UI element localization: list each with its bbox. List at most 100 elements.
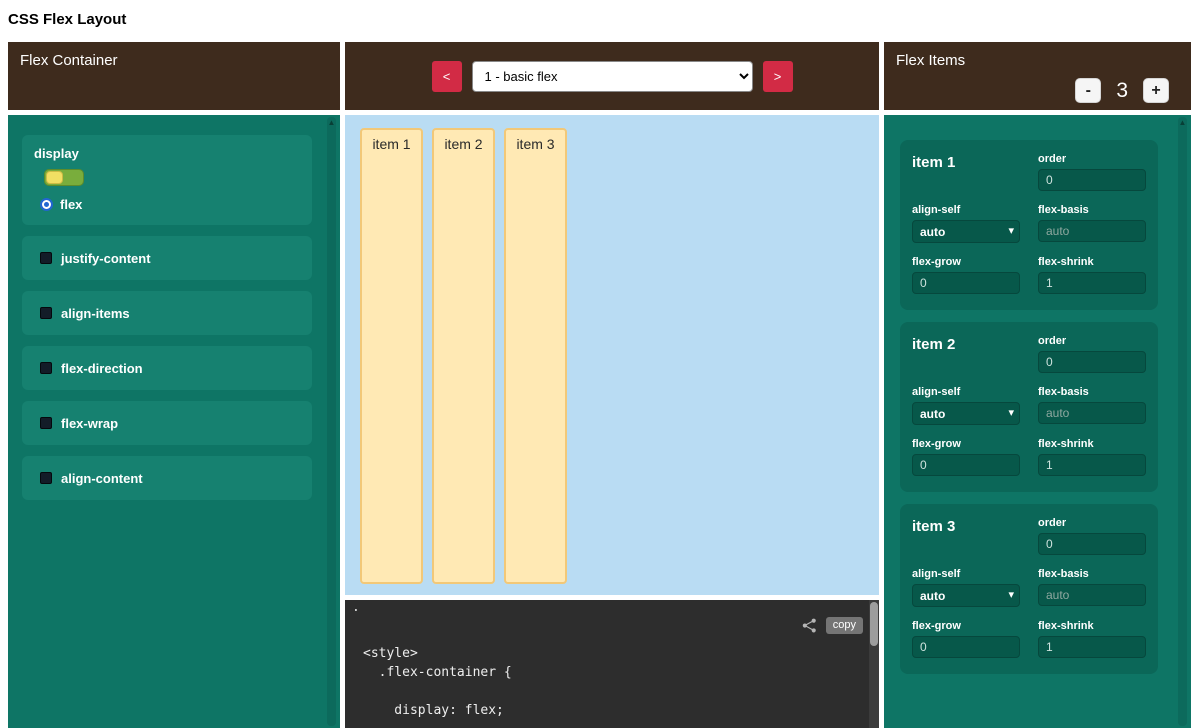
copy-button[interactable]: copy [826,617,863,634]
checkbox-icon[interactable] [40,307,52,319]
flex-shrink-label: flex-shrink [1038,620,1146,632]
radio-selected-icon[interactable] [40,198,53,211]
item-name: item 1 [912,153,1020,171]
display-option-card: display flex [22,135,312,225]
flex-items-panel: Flex Items - 3 + item 1 order [884,42,1191,728]
option-flex-wrap[interactable]: flex-wrap [22,401,312,445]
flex-item-1: item 1 [360,128,423,584]
toggle-knob-icon [46,171,63,184]
next-preset-button[interactable]: > [763,61,793,92]
align-self-select[interactable]: auto [912,584,1020,607]
order-input[interactable] [1038,351,1146,373]
preset-select[interactable]: 1 - basic flex [472,61,753,92]
flex-basis-input[interactable] [1038,584,1146,606]
flex-item-3: item 3 [504,128,567,584]
align-self-select[interactable]: auto [912,220,1020,243]
option-label: flex-wrap [61,416,118,431]
radio-flex-label: flex [60,197,82,212]
item-card-1: item 1 order align-self auto ▾ [900,140,1158,310]
preview-panel: < 1 - basic flex > item 1 item 2 item 3 … [345,42,879,728]
flex-grow-input[interactable] [912,272,1020,294]
flex-basis-label: flex-basis [1038,568,1146,580]
remove-item-button[interactable]: - [1075,78,1101,103]
option-label: align-content [61,471,143,486]
order-label: order [1038,517,1146,529]
flex-basis-input[interactable] [1038,220,1146,242]
code-panel: . copy <style> .flex-container { display [345,600,879,728]
flex-items-title: Flex Items [896,52,965,69]
flex-grow-label: flex-grow [912,438,1020,450]
order-label: order [1038,153,1146,165]
flex-container-panel: Flex Container display flex justify-cont… [8,42,340,728]
main-layout: Flex Container display flex justify-cont… [8,42,1191,728]
code-line [363,682,863,701]
display-label: display [34,146,300,161]
share-icon[interactable] [802,618,817,633]
code-scrollbar-thumb[interactable] [870,602,878,646]
item-name-cell: item 3 [912,517,1020,555]
flex-grow-input[interactable] [912,454,1020,476]
add-item-button[interactable]: + [1143,78,1169,103]
order-input[interactable] [1038,533,1146,555]
display-toggle[interactable] [44,169,84,186]
align-self-label: align-self [912,386,1020,398]
flex-basis-input[interactable] [1038,402,1146,424]
scroll-up-icon[interactable]: ▲ [1178,117,1187,128]
align-self-select[interactable]: auto [912,402,1020,425]
option-justify-content[interactable]: justify-content [22,236,312,280]
item-name: item 3 [912,517,1020,535]
flex-shrink-input[interactable] [1038,272,1146,294]
display-flex-radio-row[interactable]: flex [40,197,300,212]
option-label: justify-content [61,251,151,266]
flex-grow-label: flex-grow [912,256,1020,268]
align-self-label: align-self [912,204,1020,216]
flex-shrink-input[interactable] [1038,454,1146,476]
flex-container-body: display flex justify-content align-items [8,115,340,728]
flex-grow-label: flex-grow [912,620,1020,632]
checkbox-icon[interactable] [40,472,52,484]
flex-basis-label: flex-basis [1038,386,1146,398]
item-card-3: item 3 order align-self auto ▾ [900,504,1158,674]
flex-shrink-label: flex-shrink [1038,256,1146,268]
flex-basis-label: flex-basis [1038,204,1146,216]
flex-container-title: Flex Container [20,52,118,69]
code-actions: copy [802,617,863,634]
prev-preset-button[interactable]: < [432,61,462,92]
option-align-items[interactable]: align-items [22,291,312,335]
item-name-cell: item 1 [912,153,1020,191]
code-line: display: flex; [363,701,863,720]
flex-container-header: Flex Container [8,42,340,110]
code-block: <style> .flex-container { display: flex; [363,644,863,720]
item-card-2: item 2 order align-self auto ▾ [900,322,1158,492]
flex-preview-area: item 1 item 2 item 3 [345,115,879,595]
order-input[interactable] [1038,169,1146,191]
left-scrollbar[interactable]: ▲ [327,117,336,726]
scroll-up-icon[interactable]: ▲ [327,117,336,128]
option-flex-direction[interactable]: flex-direction [22,346,312,390]
option-align-content[interactable]: align-content [22,456,312,500]
item-name: item 2 [912,335,1020,353]
align-self-label: align-self [912,568,1020,580]
checkbox-icon[interactable] [40,362,52,374]
item-name-cell: item 2 [912,335,1020,373]
right-scrollbar[interactable]: ▲ [1178,117,1187,726]
flex-shrink-input[interactable] [1038,636,1146,658]
order-label: order [1038,335,1146,347]
flex-grow-input[interactable] [912,636,1020,658]
flex-items-body: item 1 order align-self auto ▾ [884,115,1191,728]
code-dot: . [352,600,360,615]
code-scrollbar[interactable] [869,600,879,728]
checkbox-icon[interactable] [40,252,52,264]
item-counter: - 3 + [1075,78,1169,103]
flex-item-2: item 2 [432,128,495,584]
code-line: <style> [363,644,863,663]
preset-toolbar: < 1 - basic flex > [345,42,879,110]
option-label: flex-direction [61,361,143,376]
option-label: align-items [61,306,130,321]
flex-items-header: Flex Items - 3 + [884,42,1191,110]
code-line: .flex-container { [363,663,863,682]
item-count: 3 [1116,79,1128,103]
checkbox-icon[interactable] [40,417,52,429]
flex-shrink-label: flex-shrink [1038,438,1146,450]
page-title: CSS Flex Layout [0,0,1199,36]
